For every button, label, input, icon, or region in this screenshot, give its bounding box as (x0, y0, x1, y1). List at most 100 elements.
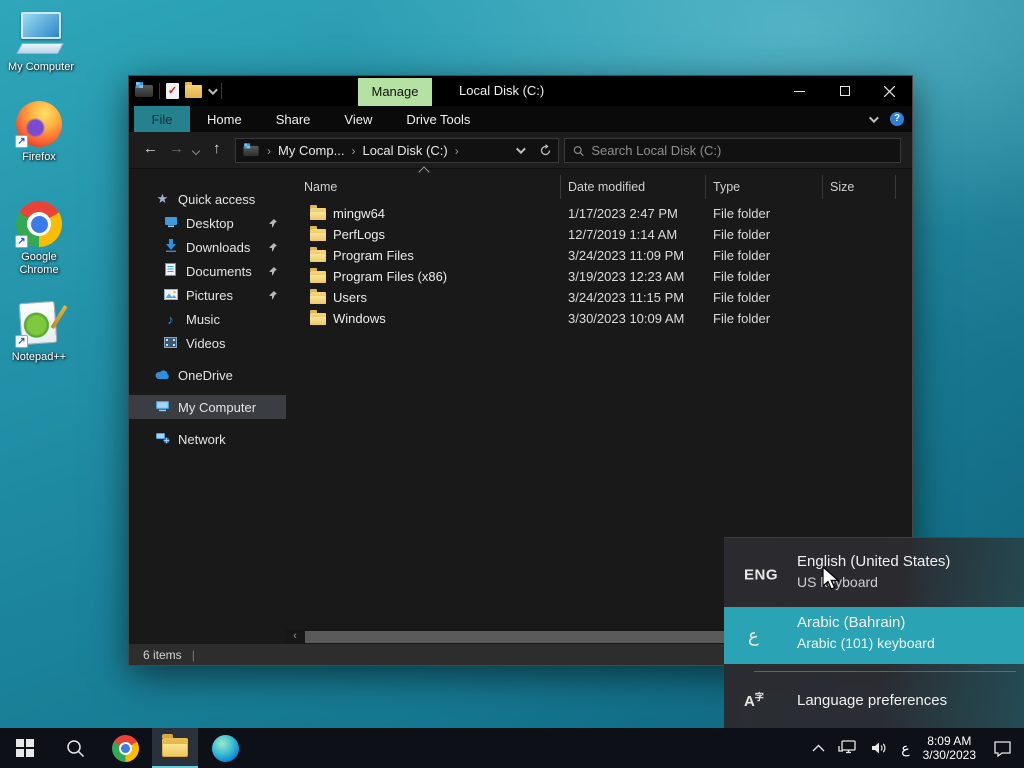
address-bar[interactable]: › My Comp... › Local Disk (C:) › (235, 138, 559, 163)
quick-access-toolbar: ✓ (135, 81, 222, 101)
network-icon (155, 432, 170, 447)
folder-icon (310, 288, 326, 304)
language-switcher-popup: ENG English (United States) US keyboard … (724, 537, 1024, 728)
desktop-icon-label: My Computer (7, 61, 75, 73)
up-button[interactable]: ↑ (213, 140, 221, 157)
tray-time: 8:09 AM (927, 734, 972, 748)
minimize-button[interactable] (777, 76, 822, 106)
computer-icon (155, 400, 170, 415)
desktop-icon-google-chrome[interactable]: ↗ Google Chrome (0, 200, 78, 277)
taskbar-chrome-button[interactable] (102, 728, 148, 768)
maximize-button[interactable] (822, 76, 867, 106)
forward-button[interactable]: → (169, 140, 184, 157)
search-box[interactable] (564, 138, 901, 163)
manage-contextual-tab[interactable]: Manage (358, 78, 432, 106)
chrome-icon (111, 734, 139, 762)
sidebar-item-label: Videos (186, 335, 226, 351)
my-computer-icon (16, 10, 65, 58)
file-row[interactable]: PerfLogs 12/7/2019 1:14 AM File folder (286, 224, 912, 245)
navigation-pane: ★ Quick access Desktop Downloads Documen… (129, 169, 286, 629)
language-option-arabic[interactable]: ع Arabic (Bahrain) Arabic (101) keyboard (724, 607, 1024, 664)
properties-icon[interactable]: ✓ (166, 83, 179, 99)
file-type: File folder (713, 248, 771, 263)
language-subtitle: US keyboard (797, 574, 878, 590)
title-bar[interactable]: ✓ Manage Local Disk (C:) (129, 76, 912, 106)
scroll-left-arrow[interactable]: ‹ (289, 629, 301, 644)
file-row[interactable]: Users 3/24/2023 11:15 PM File folder (286, 287, 912, 308)
file-type: File folder (713, 227, 771, 242)
music-icon: ♪ (167, 311, 174, 327)
language-preferences-item[interactable]: A字 Language preferences (724, 678, 1024, 726)
sidebar-item-downloads[interactable]: Downloads (129, 235, 286, 259)
desktop-icon-firefox[interactable]: ↗ Firefox (0, 100, 78, 164)
firefox-icon: ↗ (15, 100, 63, 148)
desktop-icon-label: Notepad++ (11, 351, 67, 363)
column-header-name[interactable]: Name (286, 175, 561, 199)
language-option-english[interactable]: ENG English (United States) US keyboard (724, 546, 1024, 604)
tray-chevron-up-icon[interactable] (812, 744, 825, 752)
tab-file[interactable]: File (134, 106, 190, 132)
file-type: File folder (713, 269, 771, 284)
desktop-icon-notepadpp[interactable]: ↗ Notepad++ (0, 300, 78, 364)
tab-view[interactable]: View (327, 106, 389, 132)
language-preferences-icon: A字 (744, 692, 764, 710)
refresh-icon[interactable] (539, 144, 552, 157)
sidebar-item-onedrive[interactable]: OneDrive (129, 363, 286, 387)
tab-share[interactable]: Share (259, 106, 328, 132)
sidebar-item-label: Documents (186, 263, 252, 279)
file-row[interactable]: mingw64 1/17/2023 2:47 PM File folder (286, 203, 912, 224)
sidebar-item-label: My Computer (178, 399, 257, 415)
breadcrumb-root[interactable]: My Comp... (278, 143, 344, 158)
sidebar-item-pictures[interactable]: Pictures (129, 283, 286, 307)
column-header-date[interactable]: Date modified (561, 175, 706, 199)
folder-icon (310, 267, 326, 283)
network-icon[interactable] (838, 740, 858, 756)
sidebar-item-my-computer[interactable]: My Computer (129, 395, 286, 419)
close-button[interactable] (867, 76, 912, 106)
taskbar-search-button[interactable] (52, 728, 98, 768)
back-button[interactable]: ← (143, 140, 158, 157)
file-name: PerfLogs (333, 227, 386, 242)
pin-icon (268, 264, 278, 279)
start-button[interactable] (2, 728, 48, 768)
sidebar-item-videos[interactable]: Videos (129, 331, 286, 355)
recent-locations-chevron-icon[interactable] (191, 146, 201, 156)
folder-icon (310, 246, 326, 262)
taskbar-file-explorer-button[interactable] (152, 728, 198, 768)
file-row[interactable]: Windows 3/30/2023 10:09 AM File folder (286, 308, 912, 329)
system-tray: ع 8:09 AM 3/30/2023 (812, 728, 1024, 768)
sidebar-item-music[interactable]: ♪ Music (129, 307, 286, 331)
pin-icon (268, 216, 278, 231)
sidebar-item-documents[interactable]: Documents (129, 259, 286, 283)
search-input[interactable] (591, 143, 892, 158)
desktop-icon-my-computer[interactable]: My Computer (2, 10, 80, 74)
taskbar: ع 8:09 AM 3/30/2023 (0, 728, 1024, 768)
file-row[interactable]: Program Files (x86) 3/19/2023 12:23 AM F… (286, 266, 912, 287)
sidebar-item-quick-access[interactable]: ★ Quick access (129, 187, 286, 211)
taskbar-clock[interactable]: 8:09 AM 3/30/2023 (923, 734, 976, 762)
pin-icon (268, 288, 278, 303)
tray-language-indicator[interactable]: ع (901, 740, 909, 757)
tab-drive-tools[interactable]: Drive Tools (389, 106, 487, 132)
downloads-icon (163, 239, 178, 255)
language-badge: ع (748, 625, 759, 645)
file-row[interactable]: Program Files 3/24/2023 11:09 PM File fo… (286, 245, 912, 266)
help-icon[interactable]: ? (890, 112, 904, 126)
column-header-type[interactable]: Type (706, 175, 823, 199)
file-type: File folder (713, 311, 771, 326)
customize-toolbar-chevron-icon[interactable] (207, 84, 218, 95)
sidebar-item-desktop[interactable]: Desktop (129, 211, 286, 235)
sidebar-item-network[interactable]: Network (129, 427, 286, 451)
action-center-icon[interactable] (993, 740, 1012, 757)
breadcrumb-current[interactable]: Local Disk (C:) (362, 143, 447, 158)
search-icon (573, 145, 584, 156)
address-dropdown-chevron-icon[interactable] (515, 144, 526, 155)
new-folder-icon[interactable] (185, 81, 202, 98)
desktop-icon-label: Google Chrome (19, 251, 59, 276)
speaker-icon[interactable] (871, 741, 888, 755)
tab-home[interactable]: Home (190, 106, 259, 132)
file-name: Users (333, 290, 367, 305)
collapse-ribbon-chevron-icon[interactable] (868, 112, 879, 123)
taskbar-edge-button[interactable] (202, 728, 248, 768)
column-header-size[interactable]: Size (823, 175, 896, 199)
